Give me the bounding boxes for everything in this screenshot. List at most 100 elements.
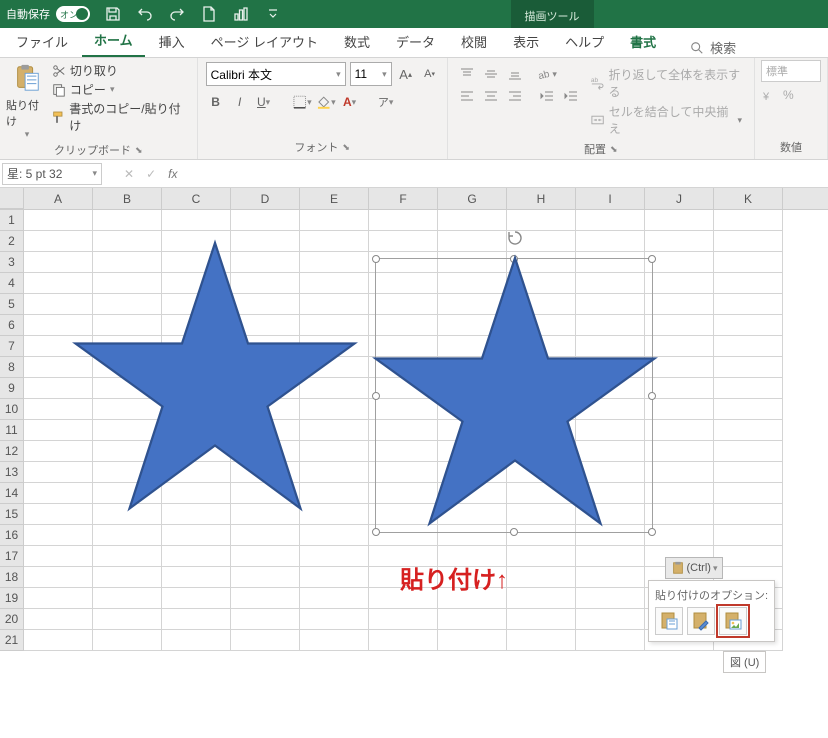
cell[interactable] [507, 567, 576, 588]
cell[interactable] [714, 357, 783, 378]
cell[interactable] [369, 630, 438, 651]
number-format-combo[interactable]: 標準 [761, 60, 821, 82]
tab-file[interactable]: ファイル [4, 26, 80, 57]
cell[interactable] [438, 609, 507, 630]
row-header[interactable]: 1 [0, 210, 24, 231]
row-header[interactable]: 16 [0, 525, 24, 546]
align-center-button[interactable] [480, 85, 502, 107]
row-header[interactable]: 11 [0, 420, 24, 441]
tell-me-search[interactable]: 検索 [690, 38, 736, 57]
cell[interactable] [438, 210, 507, 231]
toggle-switch[interactable]: オン [56, 6, 90, 22]
dialog-launcher-icon[interactable]: ⬊ [135, 145, 143, 156]
paste-option-keep-source[interactable] [655, 607, 683, 635]
tab-page-layout[interactable]: ページ レイアウト [199, 26, 330, 57]
row-header[interactable]: 2 [0, 231, 24, 252]
row-header[interactable]: 17 [0, 546, 24, 567]
copy-button[interactable]: コピー ▾ [52, 81, 187, 98]
column-header[interactable]: G [438, 188, 507, 209]
italic-button[interactable]: I [230, 90, 250, 114]
currency-button[interactable]: ¥ [761, 88, 777, 107]
column-header[interactable]: E [300, 188, 369, 209]
align-right-button[interactable] [504, 85, 526, 107]
cell[interactable] [24, 630, 93, 651]
cell[interactable] [300, 609, 369, 630]
cell[interactable] [507, 210, 576, 231]
cell[interactable] [93, 567, 162, 588]
dialog-launcher-icon[interactable]: ⬊ [342, 142, 350, 153]
column-header[interactable]: C [162, 188, 231, 209]
row-header[interactable]: 8 [0, 357, 24, 378]
orientation-button[interactable]: ab▾ [536, 63, 558, 85]
cell[interactable] [714, 231, 783, 252]
select-all-corner[interactable] [0, 188, 24, 209]
cell[interactable] [369, 609, 438, 630]
column-header[interactable]: F [369, 188, 438, 209]
cell[interactable] [507, 588, 576, 609]
cut-button[interactable]: 切り取り [52, 62, 187, 79]
wrap-text-button[interactable]: ab 折り返して全体を表示する [590, 66, 742, 100]
cell[interactable] [162, 546, 231, 567]
dialog-launcher-icon[interactable]: ⬊ [610, 144, 618, 155]
format-painter-button[interactable]: 書式のコピー/貼り付け [52, 100, 187, 134]
align-middle-button[interactable] [480, 63, 502, 85]
cell[interactable] [714, 315, 783, 336]
align-left-button[interactable] [456, 85, 478, 107]
font-color-button[interactable]: A ▾ [340, 90, 360, 114]
row-header[interactable]: 7 [0, 336, 24, 357]
new-file-icon[interactable] [200, 5, 218, 23]
worksheet-grid[interactable]: A B C D E F G H I J K 123456789101112131… [0, 188, 828, 651]
cell[interactable] [93, 210, 162, 231]
percent-button[interactable]: % [783, 88, 794, 107]
phonetic-button[interactable]: ア▾ [376, 90, 396, 114]
cell[interactable] [300, 630, 369, 651]
cell[interactable] [576, 210, 645, 231]
cell[interactable] [714, 504, 783, 525]
cell[interactable] [714, 441, 783, 462]
tab-help[interactable]: ヘルプ [553, 26, 616, 57]
cell[interactable] [300, 525, 369, 546]
cell[interactable] [300, 210, 369, 231]
border-button[interactable]: ▾ [292, 90, 312, 114]
cell[interactable] [507, 630, 576, 651]
cell[interactable] [369, 210, 438, 231]
column-header[interactable]: H [507, 188, 576, 209]
row-header[interactable]: 14 [0, 483, 24, 504]
tab-formulas[interactable]: 数式 [332, 26, 382, 57]
fill-color-button[interactable]: ▾ [316, 90, 336, 114]
cell[interactable] [576, 546, 645, 567]
cancel-icon[interactable]: ✕ [124, 167, 134, 181]
cell[interactable] [93, 546, 162, 567]
paste-dropdown-icon[interactable]: ▾ [25, 129, 30, 140]
cell[interactable] [162, 588, 231, 609]
tab-home[interactable]: ホーム [82, 24, 145, 57]
paste-option-use-destination[interactable] [687, 607, 715, 635]
row-header[interactable]: 13 [0, 462, 24, 483]
font-size-combo[interactable]: 11▾ [350, 62, 392, 86]
cell[interactable] [231, 630, 300, 651]
qat-overflow-icon[interactable] [264, 5, 282, 23]
cell[interactable] [714, 378, 783, 399]
rotate-handle-icon[interactable] [506, 229, 524, 250]
paste-icon[interactable] [12, 62, 42, 97]
column-header[interactable]: A [24, 188, 93, 209]
cell[interactable] [576, 567, 645, 588]
cell[interactable] [714, 546, 783, 567]
increase-font-button[interactable]: A▴ [396, 62, 416, 86]
cell[interactable] [231, 588, 300, 609]
row-header[interactable]: 18 [0, 567, 24, 588]
name-box[interactable]: 星: 5 pt 32▾ [2, 163, 102, 185]
paste-button[interactable]: 貼り付け [6, 97, 48, 129]
row-header[interactable]: 15 [0, 504, 24, 525]
cell[interactable] [24, 546, 93, 567]
enter-icon[interactable]: ✓ [146, 167, 156, 181]
bold-button[interactable]: B [206, 90, 226, 114]
cell[interactable] [714, 273, 783, 294]
cell[interactable] [93, 609, 162, 630]
column-header[interactable]: I [576, 188, 645, 209]
column-header[interactable]: J [645, 188, 714, 209]
cell[interactable] [300, 567, 369, 588]
redo-icon[interactable] [168, 5, 186, 23]
cell[interactable] [714, 420, 783, 441]
cell[interactable] [162, 525, 231, 546]
